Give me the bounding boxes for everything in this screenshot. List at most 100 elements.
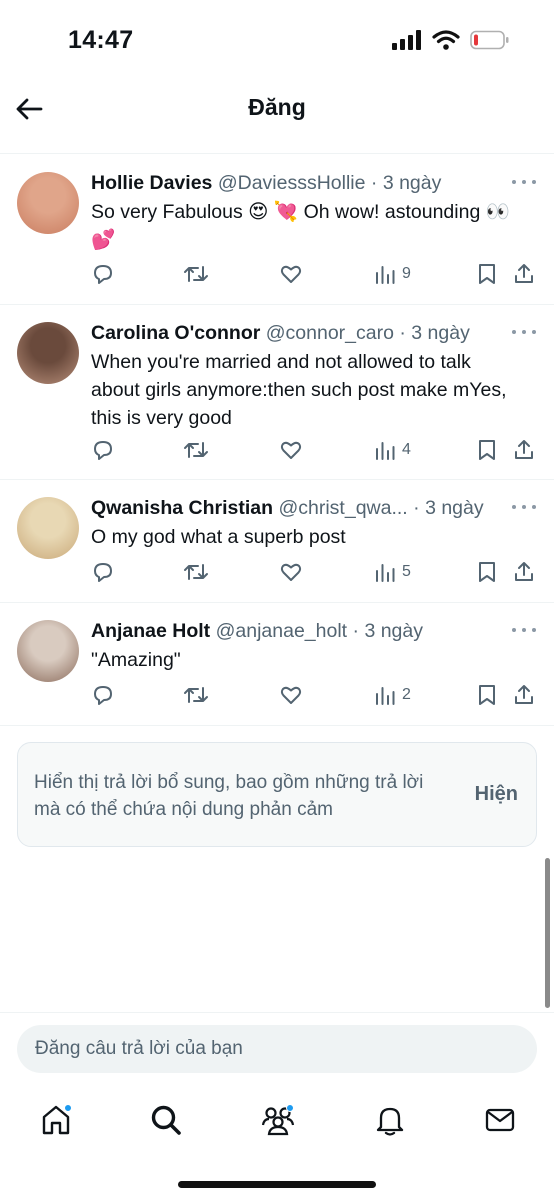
retweet-button[interactable] bbox=[183, 262, 209, 286]
reply-icon bbox=[94, 441, 112, 460]
share-button[interactable] bbox=[512, 683, 536, 707]
bookmark-button[interactable] bbox=[476, 262, 498, 286]
share-button[interactable] bbox=[512, 262, 536, 286]
reply-button[interactable] bbox=[91, 262, 115, 286]
more-options-button[interactable] bbox=[512, 620, 536, 640]
bookmark-button[interactable] bbox=[476, 560, 498, 584]
status-icons bbox=[392, 30, 510, 50]
views-button[interactable]: 5 bbox=[374, 561, 411, 583]
like-button[interactable] bbox=[279, 262, 303, 286]
tab-notifications[interactable] bbox=[370, 1100, 410, 1140]
home-indicator bbox=[178, 1181, 376, 1188]
tab-search[interactable] bbox=[146, 1100, 186, 1140]
cellular-signal-icon bbox=[392, 30, 421, 50]
share-icon bbox=[515, 264, 533, 283]
header: Đăng bbox=[0, 82, 554, 154]
reply-button[interactable] bbox=[91, 683, 115, 707]
views-count: 9 bbox=[402, 265, 411, 282]
like-button[interactable] bbox=[279, 560, 303, 584]
views-icon bbox=[376, 687, 395, 705]
reply-time[interactable]: 3 ngày bbox=[425, 497, 484, 519]
tab-home[interactable] bbox=[36, 1100, 76, 1140]
retweet-button[interactable] bbox=[183, 438, 209, 462]
bookmark-icon bbox=[479, 562, 495, 582]
author-name[interactable]: Qwanisha Christian bbox=[91, 497, 273, 519]
notice-text: Hiển thị trả lời bổ sung, bao gồm những … bbox=[34, 772, 424, 820]
separator: · bbox=[352, 620, 360, 642]
author-handle[interactable]: @connor_caro bbox=[266, 322, 394, 344]
reply-item[interactable]: Anjanae Holt @anjanae_holt · 3 ngày "Amaz… bbox=[0, 604, 554, 726]
bookmark-button[interactable] bbox=[476, 438, 498, 462]
share-button[interactable] bbox=[512, 560, 536, 584]
author-handle[interactable]: @anjanae_holt bbox=[216, 620, 347, 642]
views-button[interactable]: 2 bbox=[374, 684, 411, 706]
author-name[interactable]: Carolina O'connor bbox=[91, 322, 260, 344]
reply-header: Anjanae Holt @anjanae_holt · 3 ngày bbox=[91, 618, 494, 644]
reply-compose-bar bbox=[0, 1012, 554, 1086]
tab-messages[interactable] bbox=[480, 1100, 520, 1140]
views-count: 4 bbox=[402, 441, 411, 458]
search-icon bbox=[151, 1105, 181, 1135]
share-icon bbox=[515, 685, 533, 704]
avatar[interactable] bbox=[17, 172, 79, 234]
reply-header: Hollie Davies @DaviesssHollie · 3 ngày bbox=[91, 170, 494, 196]
views-icon bbox=[376, 564, 395, 582]
reply-time[interactable]: 3 ngày bbox=[364, 620, 423, 642]
author-name[interactable]: Hollie Davies bbox=[91, 172, 212, 194]
reply-text: O my god what a superb post bbox=[91, 526, 346, 548]
share-button[interactable] bbox=[512, 438, 536, 462]
reply-item[interactable]: Carolina O'connor @connor_caro · 3 ngày W… bbox=[0, 306, 554, 480]
reply-input[interactable] bbox=[17, 1025, 537, 1073]
status-bar: 14:47 bbox=[0, 0, 554, 82]
avatar[interactable] bbox=[17, 322, 79, 384]
share-icon bbox=[515, 440, 533, 459]
reply-item[interactable]: Hollie Davies @DaviesssHollie · 3 ngày So… bbox=[0, 156, 554, 305]
retweet-icon bbox=[184, 442, 208, 458]
retweet-button[interactable] bbox=[183, 683, 209, 707]
show-replies-button[interactable]: Hiện bbox=[475, 783, 518, 806]
tab-communities[interactable] bbox=[258, 1100, 298, 1140]
more-options-button[interactable] bbox=[512, 172, 536, 192]
more-options-button[interactable] bbox=[512, 322, 536, 342]
home-notification-dot bbox=[64, 1104, 72, 1112]
scrollbar[interactable] bbox=[545, 858, 550, 1008]
bookmark-button[interactable] bbox=[476, 683, 498, 707]
reply-button[interactable] bbox=[91, 560, 115, 584]
status-time: 14:47 bbox=[68, 26, 134, 54]
reply-actions: 2 bbox=[91, 680, 536, 710]
reply-icon bbox=[94, 563, 112, 582]
wifi-icon bbox=[432, 30, 460, 50]
views-button[interactable]: 4 bbox=[374, 439, 411, 461]
retweet-icon bbox=[184, 687, 208, 703]
views-count: 2 bbox=[402, 686, 411, 703]
retweet-icon bbox=[184, 266, 208, 282]
views-icon bbox=[376, 266, 395, 284]
bookmark-icon bbox=[479, 685, 495, 705]
heart-icon bbox=[280, 686, 302, 704]
tab-bar bbox=[0, 1086, 554, 1200]
communities-notification-dot bbox=[286, 1104, 294, 1112]
sensitive-replies-notice: Hiển thị trả lời bổ sung, bao gồm những … bbox=[17, 742, 537, 847]
reply-actions: 9 bbox=[91, 259, 536, 289]
page-title: Đăng bbox=[248, 94, 306, 120]
separator: · bbox=[413, 497, 420, 519]
more-options-button[interactable] bbox=[512, 497, 536, 517]
reply-text: "Amazing" bbox=[91, 649, 181, 671]
like-button[interactable] bbox=[279, 683, 303, 707]
reply-time[interactable]: 3 ngày bbox=[411, 322, 470, 344]
author-handle[interactable]: @DaviesssHollie bbox=[218, 172, 366, 194]
reply-header: Carolina O'connor @connor_caro · 3 ngày bbox=[91, 320, 494, 346]
like-button[interactable] bbox=[279, 438, 303, 462]
avatar[interactable] bbox=[17, 620, 79, 682]
retweet-icon bbox=[184, 564, 208, 580]
views-button[interactable]: 9 bbox=[374, 263, 411, 285]
reply-item[interactable]: Qwanisha Christian @christ_qwa... · 3 ng… bbox=[0, 481, 554, 603]
retweet-button[interactable] bbox=[183, 560, 209, 584]
reply-time[interactable]: 3 ngày bbox=[383, 172, 442, 194]
bookmark-icon bbox=[479, 264, 495, 284]
reply-button[interactable] bbox=[91, 438, 115, 462]
author-name[interactable]: Anjanae Holt bbox=[91, 620, 210, 642]
avatar[interactable] bbox=[17, 497, 79, 559]
author-handle[interactable]: @christ_qwa... bbox=[278, 497, 407, 519]
separator: · bbox=[370, 172, 378, 194]
